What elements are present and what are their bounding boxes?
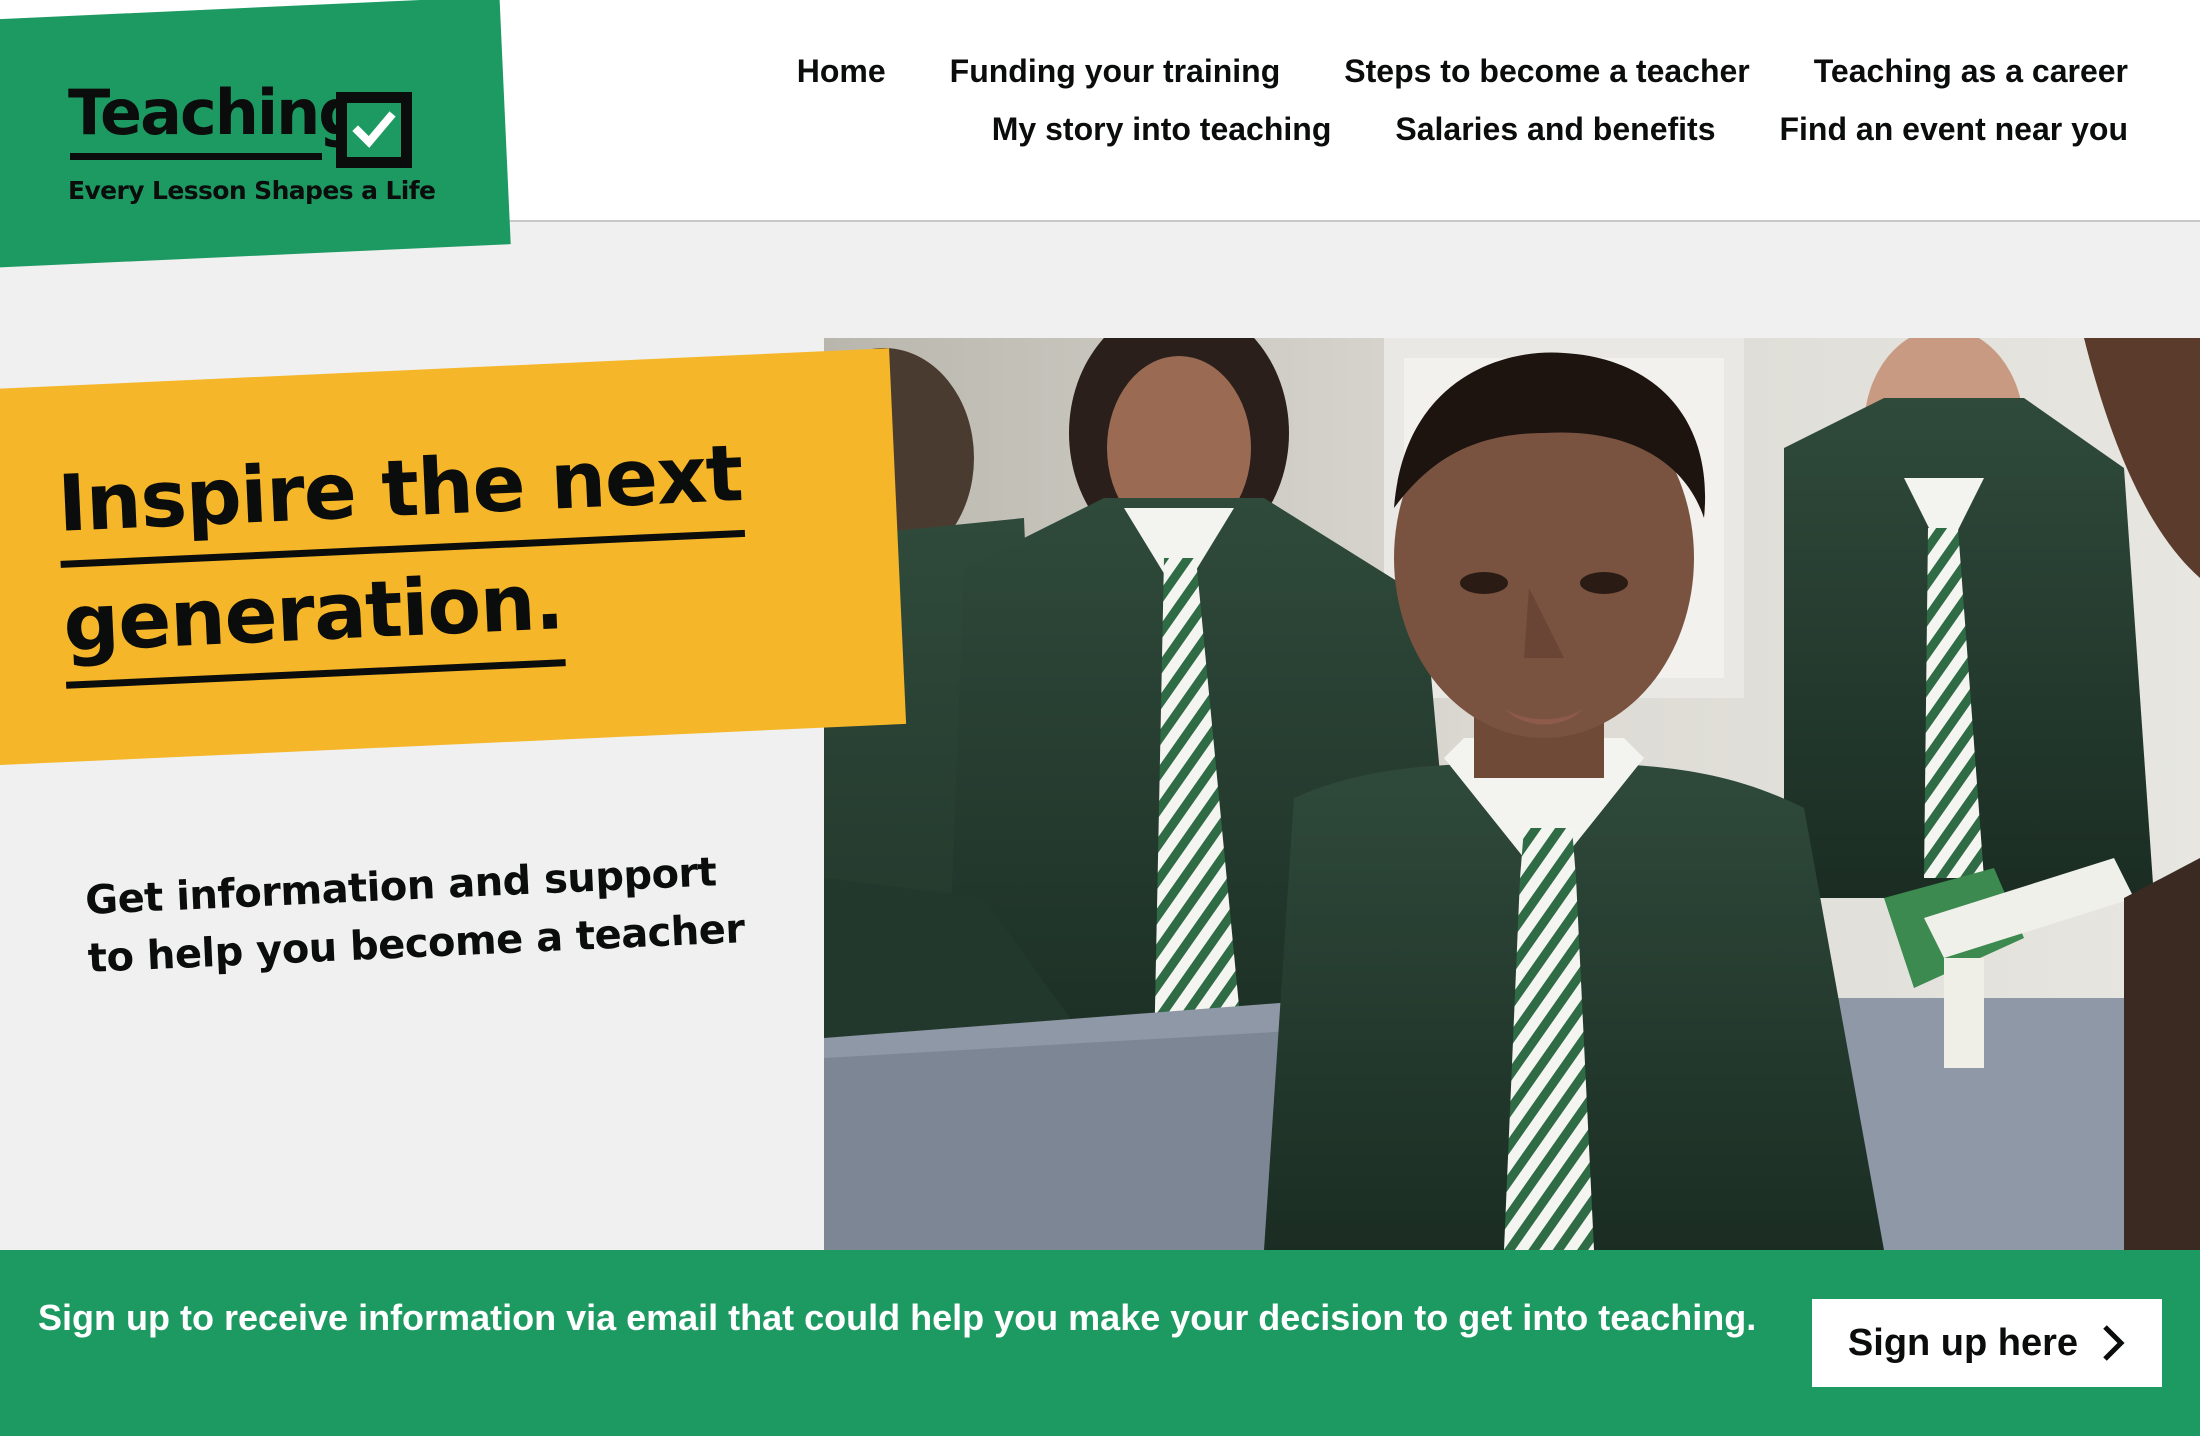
site-header: Teaching Every Lesson Shapes a Life Home… [0, 0, 2200, 268]
main-navigation: Home Funding your training Steps to beco… [668, 55, 2128, 171]
signup-banner: Sign up to receive information via email… [0, 1250, 2200, 1436]
hero-section: Inspire the next generation. Get informa… [0, 222, 2200, 1250]
page: Teaching Every Lesson Shapes a Life Home… [0, 0, 2200, 1436]
hero-subtext: Get information and support to help you … [84, 849, 746, 982]
nav-teaching-as-a-career[interactable]: Teaching as a career [1814, 55, 2128, 87]
nav-my-story-into-teaching[interactable]: My story into teaching [992, 113, 1332, 145]
logo-underline [70, 153, 322, 160]
hero-headline: Inspire the next generation. [56, 429, 751, 703]
sign-up-button[interactable]: Sign up here [1812, 1299, 2162, 1387]
nav-funding-your-training[interactable]: Funding your training [950, 55, 1281, 87]
logo-tagline: Every Lesson Shapes a Life [68, 176, 436, 205]
nav-row-2: My story into teaching Salaries and bene… [928, 113, 2128, 145]
site-logo[interactable]: Teaching Every Lesson Shapes a Life [0, 0, 500, 270]
nav-find-an-event-near-you[interactable]: Find an event near you [1779, 113, 2128, 145]
nav-row-1: Home Funding your training Steps to beco… [733, 55, 2128, 87]
hero-headline-line-2: generation. [61, 558, 566, 689]
hero-image [824, 338, 2200, 1250]
signup-text: Sign up to receive information via email… [38, 1297, 1757, 1338]
nav-salaries-and-benefits[interactable]: Salaries and benefits [1395, 113, 1715, 145]
chevron-right-icon [2103, 1325, 2125, 1361]
nav-home[interactable]: Home [797, 55, 886, 87]
sign-up-button-label: Sign up here [1847, 1321, 2079, 1364]
checkbox-tick-icon [336, 92, 412, 168]
logo-wordmark: Teaching [68, 76, 363, 149]
nav-steps-to-become-a-teacher[interactable]: Steps to become a teacher [1344, 55, 1749, 87]
